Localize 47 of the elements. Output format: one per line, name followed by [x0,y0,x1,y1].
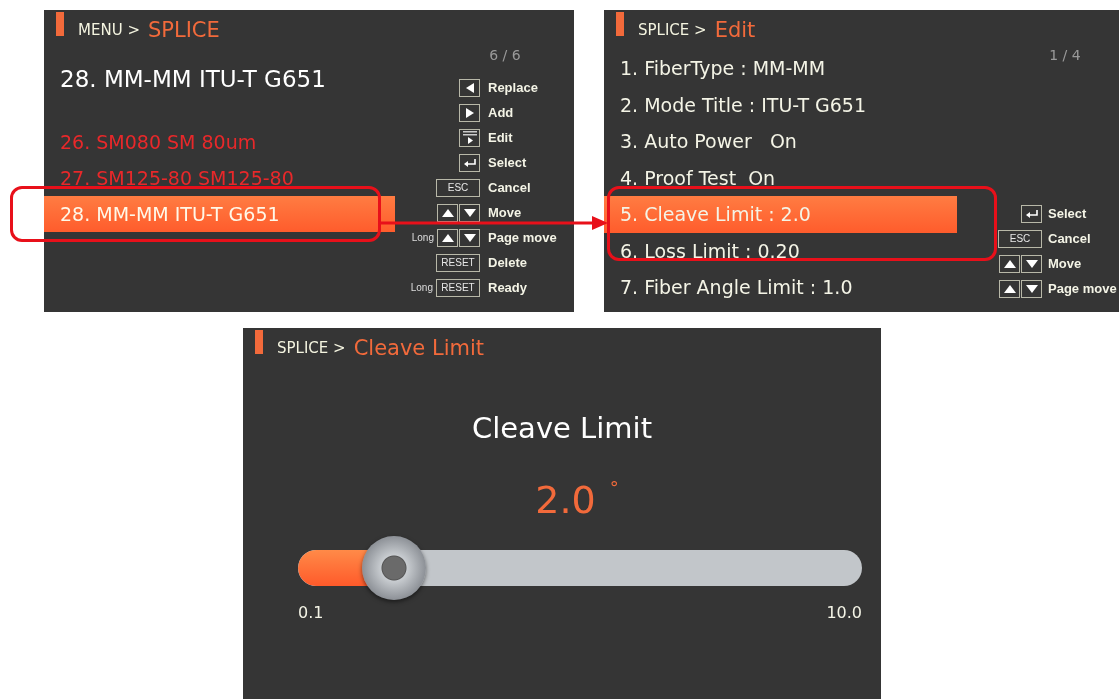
setting-list-item[interactable]: 1. FiberType : MM-MM [604,50,957,87]
accent-bar [56,12,64,36]
setting-list-item[interactable]: 6. Loss Limit : 0.20 [604,232,957,269]
key-cap: ESC [998,229,1042,248]
key-action-label: Edit [488,130,513,145]
key-action-label: Ready [488,280,528,295]
min-label: 0.1 [298,603,324,622]
key-cap: ESC [436,178,480,197]
key-cap: RESET [436,253,480,272]
breadcrumb-parent: SPLICE > [638,21,707,39]
key-action-label: Select [1048,206,1087,221]
key-action-label: Delete [488,255,528,270]
list-icon [459,128,480,147]
key-action-label: Add [488,105,514,120]
breadcrumb-current: Cleave Limit [353,336,484,360]
key-action-label: Replace [488,80,538,95]
unit-label: ° [609,478,619,498]
key-action-label: Move [1048,256,1082,271]
enter-key-icon [459,153,480,172]
current-mode-title: 28. MM-MM ITU-T G651 [60,65,327,94]
enter-key-icon [1021,204,1042,223]
accent-bar [255,330,263,354]
setting-list-item[interactable]: 3. Auto Power On [604,123,957,160]
max-label: 10.0 [826,603,862,622]
page-counter: 1 / 4 [1048,46,1082,65]
breadcrumb-parent: MENU > [78,21,140,39]
breadcrumb-current: SPLICE [147,18,220,42]
slider-thumb[interactable] [361,536,426,600]
slider-track[interactable] [298,550,862,586]
key-action-label: Cancel [1048,231,1091,246]
key-action-label: Page move [488,230,557,245]
setting-list-item[interactable]: 7. Fiber Angle Limit : 1.0 [604,269,957,306]
accent-bar [616,12,624,36]
breadcrumb-current: Edit [714,18,756,42]
breadcrumb-parent: SPLICE > [277,339,346,357]
setting-list-item[interactable]: 2. Mode Title : ITU-T G651 [604,86,957,123]
key-action-label: Page move [1048,281,1117,296]
setting-list-item[interactable]: 4. Proof Test On [604,159,957,196]
key-action-label: Select [488,155,527,170]
long-press-label: Long [411,232,434,243]
key-action-label: Move [488,205,522,220]
key-action-label: Cancel [488,180,531,195]
key-cap: RESET [436,278,480,297]
page-counter: 6 / 6 [488,46,522,65]
long-press-label: Long [410,282,433,293]
setting-value: 2.0 [535,478,596,522]
setting-heading: Cleave Limit [470,410,653,447]
